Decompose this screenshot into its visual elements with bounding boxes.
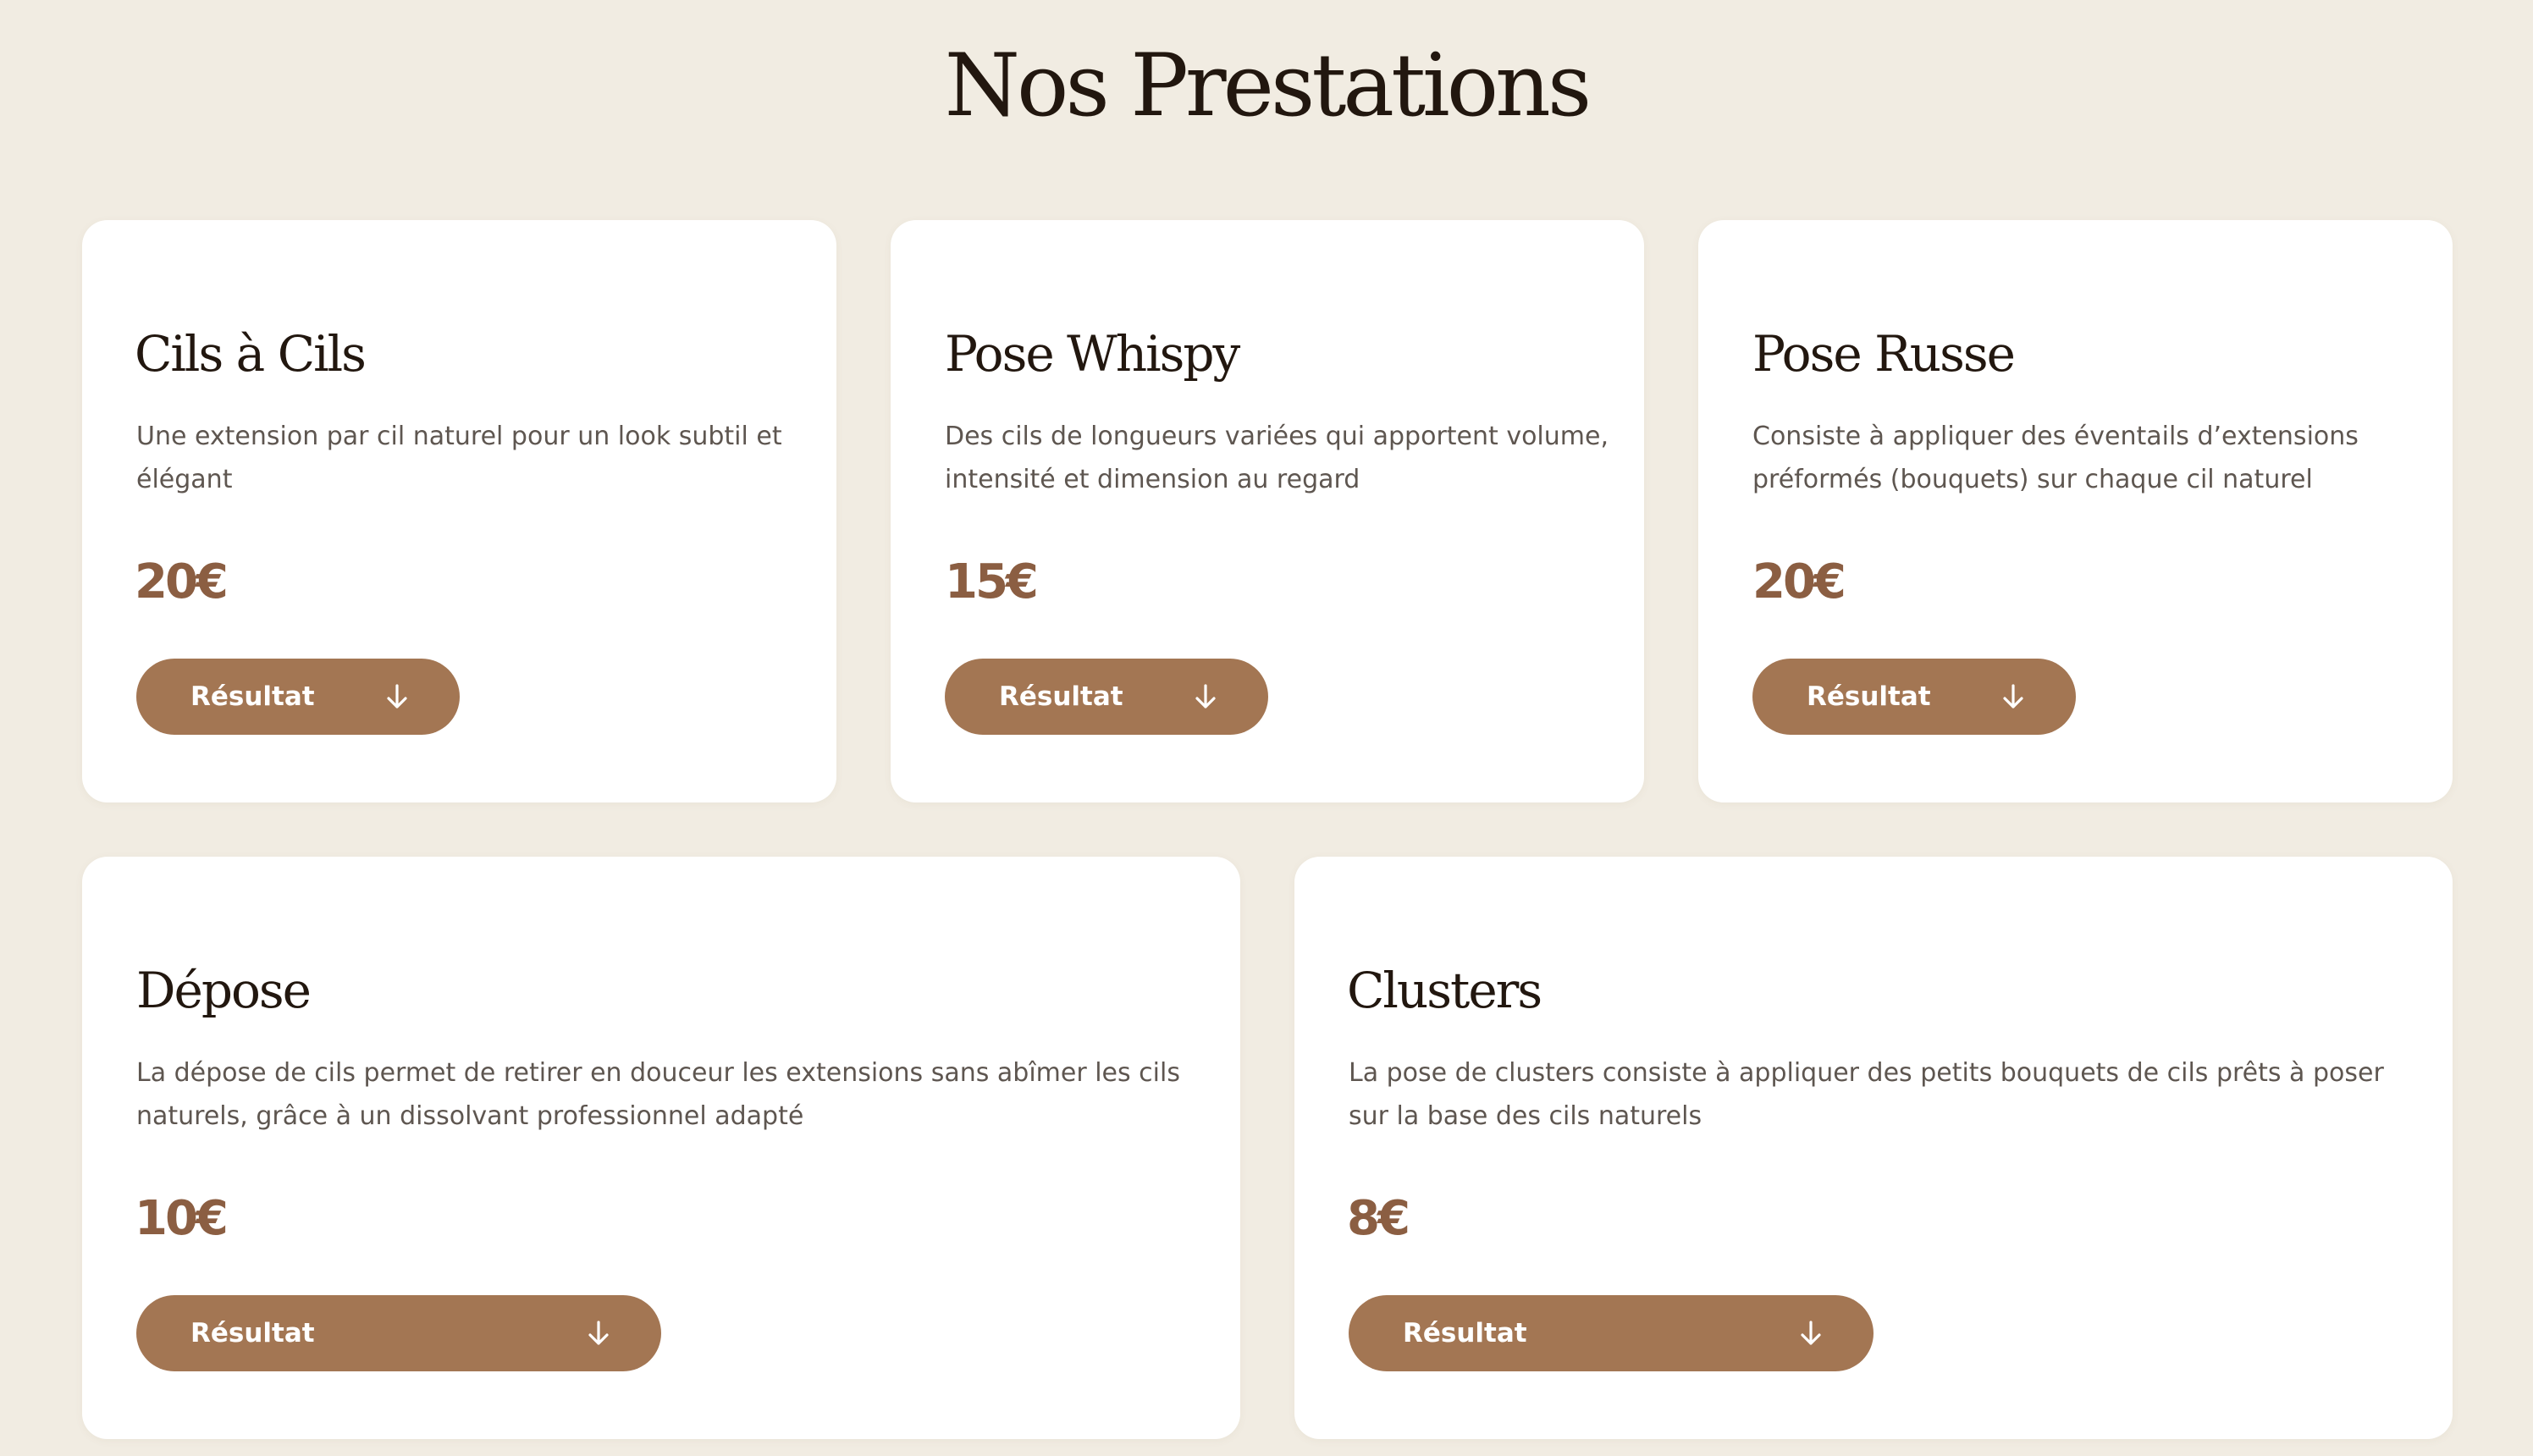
service-title: Pose Russe <box>1752 325 2016 383</box>
arrow-down-icon <box>387 684 407 709</box>
result-button[interactable]: Résultat <box>136 659 460 735</box>
arrow-down-icon <box>1195 684 1216 709</box>
service-description-line: élégant <box>136 465 233 494</box>
service-card-cils-a-cils: Cils à Cils Une extension par cil nature… <box>82 220 836 802</box>
service-title: Pose Whispy <box>945 325 1240 383</box>
result-button-label: Résultat <box>1403 1318 1527 1348</box>
result-button-label: Résultat <box>1807 681 1931 712</box>
result-button-label: Résultat <box>999 681 1123 712</box>
service-description-line: sur la base des cils naturels <box>1349 1101 1702 1131</box>
result-button[interactable]: Résultat <box>945 659 1268 735</box>
service-price: 20€ <box>135 554 229 609</box>
service-card-pose-russe: Pose Russe Consiste à appliquer des éven… <box>1698 220 2453 802</box>
result-button-label: Résultat <box>190 1318 315 1348</box>
arrow-down-icon <box>2003 684 2023 709</box>
service-description: La dépose de cils permet de retirer en d… <box>136 1051 1180 1138</box>
result-button[interactable]: Résultat <box>136 1295 661 1371</box>
service-description-line: Une extension par cil naturel pour un lo… <box>136 422 782 451</box>
service-card-pose-whispy: Pose Whispy Des cils de longueurs variée… <box>891 220 1644 802</box>
service-title: Dépose <box>136 962 312 1019</box>
service-description-line: La dépose de cils permet de retirer en d… <box>136 1058 1180 1088</box>
service-description-line: préformés (bouquets) sur chaque cil natu… <box>1752 465 2313 494</box>
service-price: 8€ <box>1347 1191 1410 1246</box>
page-title: Nos Prestations <box>944 36 1592 136</box>
result-button[interactable]: Résultat <box>1752 659 2076 735</box>
service-description: Une extension par cil naturel pour un lo… <box>136 415 782 501</box>
result-button[interactable]: Résultat <box>1349 1295 1874 1371</box>
service-description-line: Des cils de longueurs variées qui apport… <box>945 422 1609 451</box>
service-description-line: La pose de clusters consiste à appliquer… <box>1349 1058 2384 1088</box>
service-price: 15€ <box>945 554 1039 609</box>
service-title: Cils à Cils <box>135 325 367 383</box>
service-price: 20€ <box>1752 554 1846 609</box>
service-description: Des cils de longueurs variées qui apport… <box>945 415 1609 501</box>
service-description: La pose de clusters consiste à appliquer… <box>1349 1051 2384 1138</box>
service-price: 10€ <box>135 1191 229 1246</box>
service-description-line: intensité et dimension au regard <box>945 465 1360 494</box>
service-description: Consiste à appliquer des éventails d’ext… <box>1752 415 2359 501</box>
service-description-line: Consiste à appliquer des éventails d’ext… <box>1752 422 2359 451</box>
arrow-down-icon <box>588 1321 609 1346</box>
service-card-depose: Dépose La dépose de cils permet de retir… <box>82 857 1240 1439</box>
service-description-line: naturels, grâce à un dissolvant professi… <box>136 1101 804 1131</box>
service-title: Clusters <box>1347 962 1542 1019</box>
service-card-clusters: Clusters La pose de clusters consiste à … <box>1294 857 2453 1439</box>
arrow-down-icon <box>1801 1321 1821 1346</box>
result-button-label: Résultat <box>190 681 315 712</box>
